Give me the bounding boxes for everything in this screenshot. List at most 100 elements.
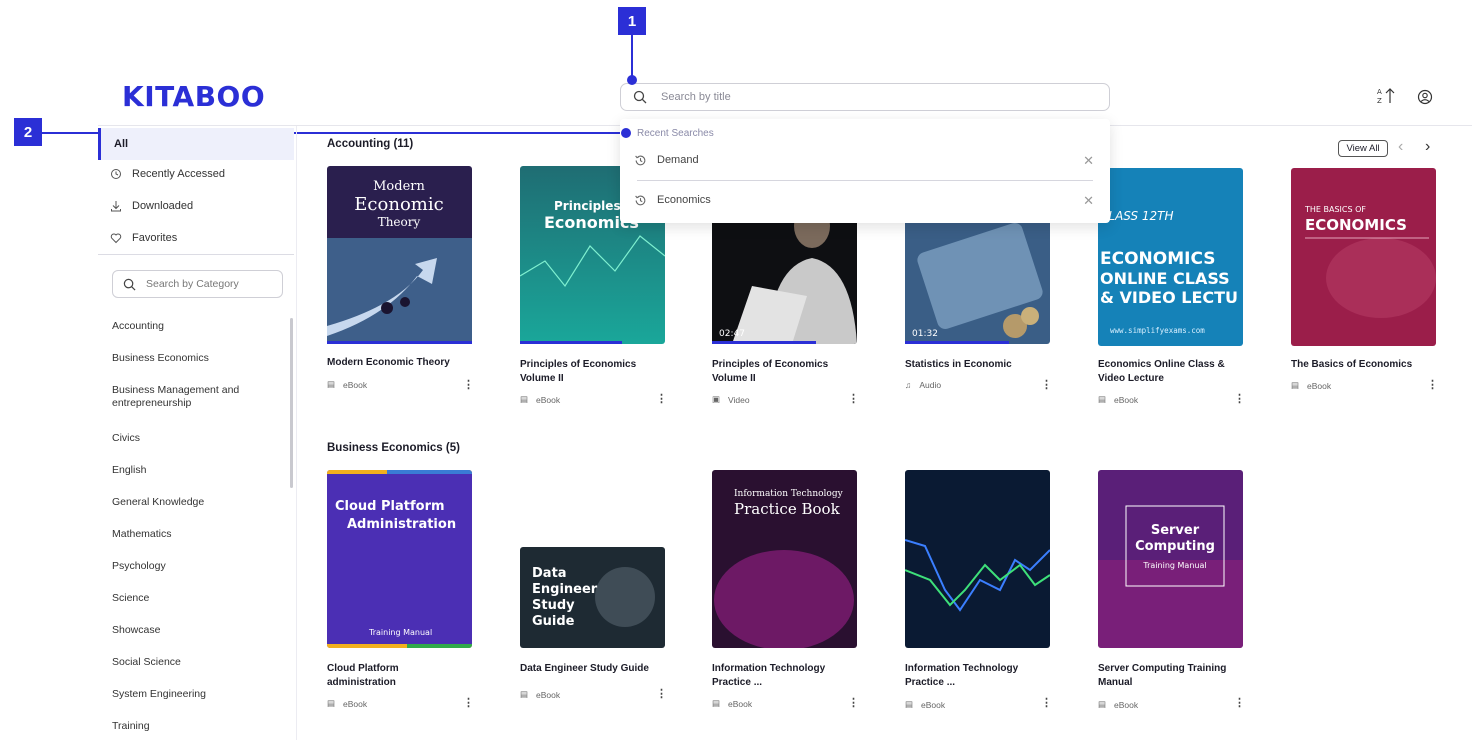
book-type-label: eBook — [536, 394, 561, 405]
book-title[interactable]: Data Engineer Study Guide — [520, 662, 660, 676]
book-title[interactable]: Information Technology Practice ... — [712, 662, 852, 690]
kebab-icon[interactable]: ⋮ — [848, 696, 859, 709]
nav-favorites[interactable]: Favorites — [110, 232, 177, 244]
audio-duration: 01:32 — [912, 329, 938, 339]
recent-search-item[interactable]: Economics ✕ — [634, 187, 1100, 213]
cover-line: Server — [1151, 523, 1200, 538]
kitaboo-logo: KITABOO — [122, 80, 266, 113]
nav-favorites-label: Favorites — [132, 232, 178, 244]
nav-recently-accessed[interactable]: Recently Accessed — [110, 168, 225, 180]
category-social-science[interactable]: Social Science — [112, 656, 272, 669]
book-type-label: eBook — [343, 379, 368, 390]
kebab-icon[interactable]: ⋮ — [463, 696, 474, 709]
book-title[interactable]: Information Technology Practice ... — [905, 662, 1045, 690]
nav-downloaded-label: Downloaded — [132, 200, 194, 212]
title-search-box[interactable] — [620, 83, 1110, 111]
playback-progress — [905, 341, 1009, 344]
nav-recently-accessed-label: Recently Accessed — [132, 168, 225, 180]
book-cover[interactable]: THE BASICS OF ECONOMICS — [1291, 168, 1436, 346]
book-cover[interactable] — [905, 470, 1050, 648]
nav-all[interactable]: All — [98, 128, 294, 160]
ebook-icon: ▤ — [520, 394, 529, 404]
cover-line: & VIDEO LECTU — [1100, 288, 1238, 307]
category-science[interactable]: Science — [112, 592, 272, 605]
audio-icon: ♫ — [905, 380, 912, 390]
cover-line: Data — [532, 566, 567, 581]
close-icon[interactable]: ✕ — [1083, 193, 1094, 209]
ebook-icon: ▤ — [1098, 699, 1107, 709]
category-search-box[interactable] — [112, 270, 283, 298]
kebab-icon[interactable]: ⋮ — [656, 392, 667, 405]
view-all-button[interactable]: View All — [1338, 140, 1388, 157]
category-training[interactable]: Training — [112, 720, 272, 733]
sidebar-divider — [98, 254, 294, 255]
reading-progress — [327, 341, 472, 344]
close-icon[interactable]: ✕ — [1083, 153, 1094, 169]
book-title[interactable]: Server Computing Training Manual — [1098, 662, 1238, 690]
category-accounting[interactable]: Accounting — [112, 320, 272, 333]
book-cover[interactable]: Cloud Platform Administration Training M… — [327, 470, 472, 648]
kebab-icon[interactable]: ⋮ — [1041, 696, 1052, 709]
cover-line: Theory — [378, 215, 421, 229]
category-system-engineering[interactable]: System Engineering — [112, 688, 272, 701]
cover-line: ECONOMICS — [1100, 249, 1216, 269]
callout-2-dot — [621, 128, 631, 138]
search-input[interactable] — [661, 91, 1041, 103]
cover-line: Training Manual — [1142, 561, 1206, 570]
book-cover[interactable]: Server Computing Training Manual — [1098, 470, 1243, 648]
kebab-icon[interactable]: ⋮ — [463, 378, 474, 391]
category-scrollbar[interactable] — [290, 318, 293, 488]
category-business-management[interactable]: Business Management and entrepreneurship — [112, 384, 272, 410]
cover-line: Information Technology — [734, 489, 844, 499]
book-type: ▣ Video — [712, 394, 750, 405]
category-general-knowledge[interactable]: General Knowledge — [112, 496, 272, 509]
svg-text:A: A — [1377, 88, 1382, 96]
cover-line: Practice Book — [734, 500, 841, 518]
book-type: ▤ eBook — [1098, 394, 1138, 405]
nav-downloaded[interactable]: Downloaded — [110, 200, 193, 212]
recent-icon — [111, 169, 121, 179]
category-mathematics[interactable]: Mathematics — [112, 528, 272, 541]
category-business-economics[interactable]: Business Economics — [112, 352, 272, 365]
kebab-icon[interactable]: ⋮ — [1041, 378, 1052, 391]
video-icon: ▣ — [712, 394, 721, 404]
recent-searches-dropdown: Recent Searches Demand ✕ Economics ✕ — [620, 119, 1110, 223]
history-icon — [635, 195, 646, 205]
sort-az-icon[interactable]: AZ — [1376, 86, 1398, 106]
ebook-icon: ▤ — [1291, 380, 1300, 390]
book-cover[interactable]: Data Engineer Study Guide — [520, 547, 665, 648]
book-title[interactable]: Economics Online Class & Video Lecture — [1098, 358, 1238, 386]
recent-search-item[interactable]: Demand ✕ — [634, 147, 1100, 173]
book-title[interactable]: Principles of Economics Volume II — [712, 358, 852, 386]
book-type-label: Audio — [919, 380, 942, 390]
kebab-icon[interactable]: ⋮ — [1234, 392, 1245, 405]
recent-searches-divider — [637, 180, 1093, 181]
book-title[interactable]: Modern Economic Theory — [327, 356, 467, 370]
book-title[interactable]: Principles of Economics Volume II — [520, 358, 660, 386]
book-cover[interactable]: Modern Economic Theory — [327, 166, 472, 344]
kebab-icon[interactable]: ⋮ — [848, 392, 859, 405]
book-title[interactable]: The Basics of Economics — [1291, 358, 1431, 372]
kebab-icon[interactable]: ⋮ — [1234, 696, 1245, 709]
category-search-input[interactable] — [146, 278, 276, 290]
book-cover[interactable]: Information Technology Practice Book — [712, 470, 857, 648]
kebab-icon[interactable]: ⋮ — [1427, 378, 1438, 391]
ebook-icon: ▤ — [327, 379, 336, 389]
chevron-right-icon[interactable]: › — [1425, 138, 1430, 156]
cover-line: Computing — [1135, 539, 1215, 554]
ebook-icon: ▤ — [520, 689, 529, 699]
book-type: ▤ eBook — [905, 699, 945, 710]
section-title-business-economics: Business Economics (5) — [327, 442, 460, 454]
ebook-icon: ▤ — [1098, 394, 1107, 404]
user-icon[interactable] — [1414, 86, 1436, 108]
category-english[interactable]: English — [112, 464, 272, 477]
book-title[interactable]: Cloud Platform administration — [327, 662, 467, 690]
category-psychology[interactable]: Psychology — [112, 560, 272, 573]
book-cover[interactable]: CLASS 12TH ECONOMICS ONLINE CLASS & VIDE… — [1098, 168, 1243, 346]
cover-line: Engineer — [532, 582, 598, 597]
kebab-icon[interactable]: ⋮ — [656, 687, 667, 700]
chevron-left-icon[interactable]: ‹ — [1398, 138, 1403, 156]
category-showcase[interactable]: Showcase — [112, 624, 272, 637]
book-title[interactable]: Statistics in Economic — [905, 358, 1045, 372]
category-civics[interactable]: Civics — [112, 432, 272, 445]
